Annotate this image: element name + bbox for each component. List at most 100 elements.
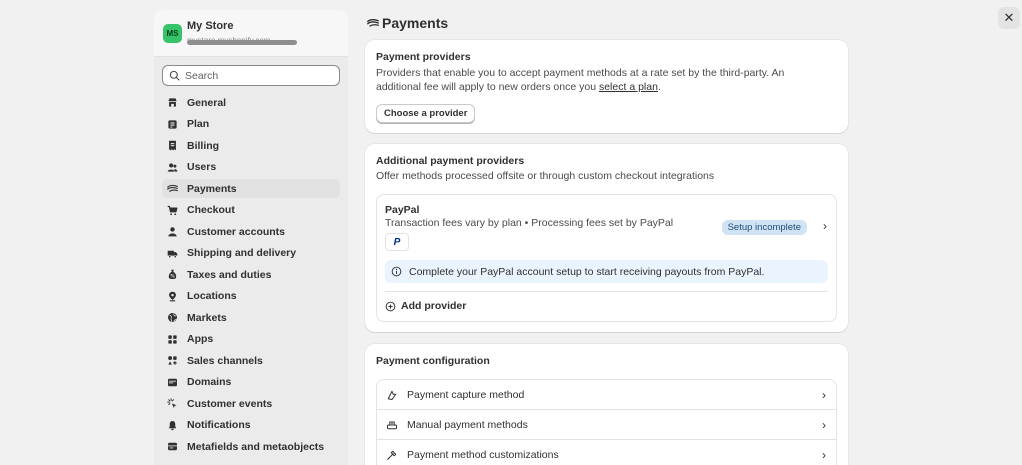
sidebar-item-apps[interactable]: Apps <box>162 330 340 349</box>
row-label: Payment method customizations <box>407 449 559 461</box>
sidebar-item-locations[interactable]: Locations <box>162 287 340 306</box>
truck-icon <box>166 247 178 259</box>
sidebar-item-billing[interactable]: Billing <box>162 136 340 155</box>
additional-providers-title: Additional payment providers <box>376 155 525 167</box>
sidebar-item-label: Payments <box>187 182 237 195</box>
choose-provider-button[interactable]: Choose a provider <box>376 104 476 123</box>
payment-configuration-title: Payment configuration <box>376 355 490 367</box>
tax-icon: % <box>166 269 178 281</box>
store-icon <box>166 97 178 109</box>
sidebar-item-label: Shipping and delivery <box>187 247 297 259</box>
cart-icon <box>166 204 178 216</box>
sidebar-item-label: Domains <box>187 376 232 388</box>
close-icon: ✕ <box>1003 10 1015 25</box>
paypal-fees: Transaction fees vary by plan • Processi… <box>385 217 674 229</box>
manual-payment-methods-row[interactable]: Manual payment methods › <box>377 410 836 440</box>
chevron-right-icon: › <box>822 418 826 432</box>
sidebar-item-plan[interactable]: Plan <box>162 115 340 134</box>
paypal-name: PayPal <box>385 204 420 216</box>
sidebar-item-label: Taxes and duties <box>187 268 272 281</box>
domain-icon <box>166 376 178 388</box>
customize-icon <box>387 450 397 460</box>
store-url: mystore.myshopify.com <box>187 37 297 45</box>
sidebar-item-customer-events[interactable]: Customer events <box>162 394 340 413</box>
location-icon <box>166 290 178 302</box>
chevron-right-icon: › <box>822 388 826 402</box>
settings-sidebar: MS My Store mystore.myshopify.com Genera… <box>154 10 348 465</box>
sidebar-item-metafields[interactable]: Metafields and metaobjects <box>162 437 340 456</box>
search-field[interactable] <box>162 65 340 86</box>
users-icon <box>166 161 178 173</box>
sidebar-item-label: General <box>187 96 227 109</box>
search-icon <box>169 70 180 81</box>
payment-configuration-card: Payment configuration Payment capture me… <box>365 344 848 465</box>
close-button[interactable]: ✕ <box>998 7 1020 29</box>
sidebar-item-label: Plan <box>187 118 210 130</box>
add-provider-label: Add provider <box>401 300 467 312</box>
sidebar-item-label: Notifications <box>187 419 251 431</box>
page-title: Payments <box>367 15 448 31</box>
sidebar-item-sales-channels[interactable]: Sales channels <box>162 351 340 370</box>
plus-circle-icon <box>385 301 396 311</box>
sidebar-item-notifications[interactable]: Notifications <box>162 416 340 435</box>
paypal-logo: P <box>385 233 409 251</box>
bell-icon <box>166 419 178 431</box>
divider <box>385 291 828 292</box>
sidebar-item-label: Customer events <box>187 397 273 410</box>
capture-icon <box>387 390 397 400</box>
sidebar-item-label: Locations <box>187 290 237 302</box>
sidebar-item-checkout[interactable]: Checkout <box>162 201 340 220</box>
sidebar-item-users[interactable]: Users <box>162 158 340 177</box>
paypal-info-banner: Complete your PayPal account setup to st… <box>385 260 828 283</box>
paypal-banner-text: Complete your PayPal account setup to st… <box>409 265 765 278</box>
additional-providers-card: Additional payment providers Offer metho… <box>365 144 848 332</box>
additional-providers-subtitle: Offer methods processed offsite or throu… <box>376 170 715 182</box>
hand-cash-icon <box>387 421 397 429</box>
plan-icon <box>166 118 178 130</box>
payments-icon <box>367 19 379 27</box>
sidebar-item-label: Markets <box>187 311 227 324</box>
channels-icon <box>166 355 178 367</box>
sidebar-item-domains[interactable]: Domains <box>162 373 340 392</box>
sidebar-item-payments[interactable]: Payments <box>162 179 340 198</box>
payment-providers-card: Payment providers Providers that enable … <box>365 40 848 133</box>
payment-capture-method-row[interactable]: Payment capture method › <box>377 380 836 410</box>
providers-text-end: . <box>657 81 661 93</box>
sidebar-item-label: Metafields and metaobjects <box>187 440 325 453</box>
apps-icon <box>166 333 178 345</box>
store-avatar: MS <box>163 24 182 43</box>
sidebar-item-taxes[interactable]: % Taxes and duties <box>162 265 340 284</box>
status-badge: Setup incomplete <box>721 220 807 235</box>
sidebar-item-shipping[interactable]: Shipping and delivery <box>162 244 340 263</box>
settings-nav: General Plan Billing Users Payments Chec… <box>162 93 340 459</box>
sidebar-item-label: Checkout <box>187 204 235 216</box>
store-header[interactable]: MS My Store mystore.myshopify.com <box>154 10 348 57</box>
select-plan-link[interactable]: select a plan <box>599 81 658 93</box>
chevron-right-icon: › <box>822 448 826 462</box>
sidebar-item-label: Sales channels <box>187 354 263 367</box>
metafields-icon <box>166 441 178 453</box>
svg-text:%: % <box>170 273 174 278</box>
row-label: Manual payment methods <box>407 418 528 431</box>
sidebar-item-general[interactable]: General <box>162 93 340 112</box>
paypal-row[interactable]: PayPal Transaction fees vary by plan • P… <box>377 195 836 257</box>
sidebar-item-label: Customer accounts <box>187 225 286 238</box>
store-name: My Store <box>187 20 234 32</box>
sidebar-item-customer-accounts[interactable]: Customer accounts <box>162 222 340 241</box>
sidebar-item-label: Apps <box>187 333 214 345</box>
sidebar-item-label: Users <box>187 161 217 173</box>
sidebar-item-markets[interactable]: Markets <box>162 308 340 327</box>
payment-providers-title: Payment providers <box>376 51 471 63</box>
paypal-provider-box: PayPal Transaction fees vary by plan • P… <box>376 194 837 322</box>
billing-icon <box>166 140 178 152</box>
providers-text: Providers that enable you to accept paym… <box>376 67 785 93</box>
search-input[interactable] <box>185 69 335 82</box>
events-icon <box>166 398 178 410</box>
add-provider-button[interactable]: Add provider <box>385 300 466 312</box>
row-label: Payment capture method <box>407 388 525 401</box>
payment-method-customizations-row[interactable]: Payment method customizations › <box>377 440 836 465</box>
payment-providers-description: Providers that enable you to accept paym… <box>376 66 831 94</box>
payments-icon <box>166 183 178 195</box>
person-icon <box>166 226 178 238</box>
page-title-text: Payments <box>382 15 449 31</box>
